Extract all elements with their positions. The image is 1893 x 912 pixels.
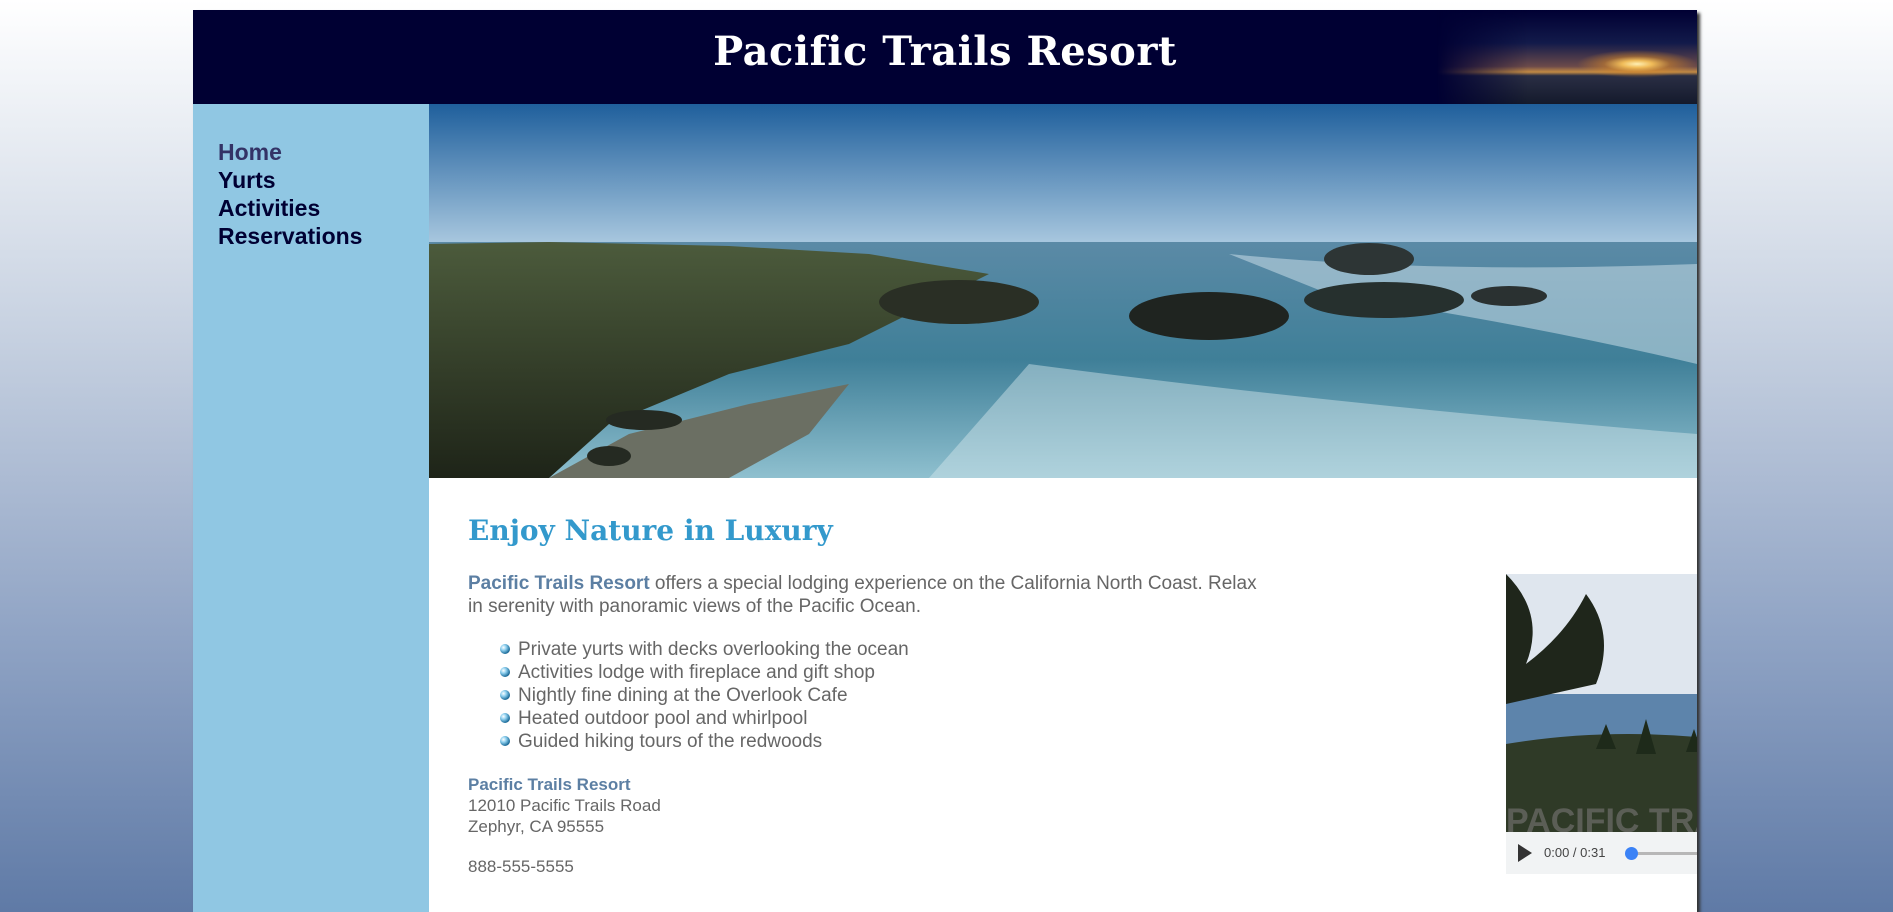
page-heading: Enjoy Nature in Luxury	[468, 514, 833, 547]
contact-phone: 888-555-5555	[468, 857, 574, 876]
video-time: 0:00 / 0:31	[1544, 845, 1606, 860]
bullet-icon	[500, 736, 510, 746]
video-controls: 0:00 / 0:31	[1506, 832, 1697, 874]
hero-coastline-image	[429, 104, 1697, 478]
nav-link-yurts[interactable]: Yurts	[218, 167, 276, 193]
nav-item-yurts[interactable]: Yurts	[218, 166, 362, 194]
nav-link-activities[interactable]: Activities	[218, 195, 320, 221]
video-frame[interactable]: PACIFIC TRAILS RESORT	[1506, 574, 1697, 832]
bullet-icon	[500, 667, 510, 677]
bullet-icon	[500, 690, 510, 700]
video-player[interactable]: PACIFIC TRAILS RESORT 0:00 / 0:31	[1506, 574, 1697, 874]
play-icon[interactable]	[1518, 844, 1532, 862]
list-item: Private yurts with decks overlooking the…	[500, 638, 909, 661]
list-item: Heated outdoor pool and whirlpool	[500, 707, 909, 730]
nav-link-reservations[interactable]: Reservations	[218, 223, 362, 249]
feature-text: Nightly fine dining at the Overlook Cafe	[518, 685, 848, 706]
bullet-icon	[500, 644, 510, 654]
intro-brand: Pacific Trails Resort	[468, 573, 650, 594]
feature-text: Guided hiking tours of the redwoods	[518, 731, 823, 752]
contact-address: Pacific Trails Resort 12010 Pacific Trai…	[468, 774, 661, 837]
feature-text: Private yurts with decks overlooking the…	[518, 639, 909, 660]
site-header: Pacific Trails Resort	[193, 10, 1697, 104]
address-street: 12010 Pacific Trails Road	[468, 796, 661, 815]
feature-text: Heated outdoor pool and whirlpool	[518, 708, 808, 729]
main-content: Enjoy Nature in Luxury Pacific Trails Re…	[429, 104, 1697, 912]
address-name: Pacific Trails Resort	[468, 775, 631, 794]
seek-bar[interactable]	[1625, 847, 1697, 860]
nav-link-home[interactable]: Home	[218, 139, 282, 165]
nav-item-home[interactable]: Home	[218, 138, 362, 166]
list-item: Nightly fine dining at the Overlook Cafe	[500, 684, 909, 707]
list-item: Activities lodge with fireplace and gift…	[500, 661, 909, 684]
feature-text: Activities lodge with fireplace and gift…	[518, 662, 875, 683]
bullet-icon	[500, 713, 510, 723]
page-wrapper: Pacific Trails Resort Home Yurts Activit…	[193, 10, 1697, 912]
seek-thumb[interactable]	[1625, 847, 1638, 860]
video-overlay-text: PACIFIC TRAILS RESORT	[1506, 802, 1697, 832]
intro-paragraph: Pacific Trails Resort offers a special l…	[468, 572, 1268, 618]
list-item: Guided hiking tours of the redwoods	[500, 730, 909, 753]
features-list: Private yurts with decks overlooking the…	[500, 638, 909, 753]
address-city: Zephyr, CA 95555	[468, 817, 605, 836]
site-title: Pacific Trails Resort	[713, 28, 1177, 75]
nav-item-reservations[interactable]: Reservations	[218, 222, 362, 250]
nav-item-activities[interactable]: Activities	[218, 194, 362, 222]
sidebar-nav: Home Yurts Activities Reservations	[193, 104, 429, 912]
